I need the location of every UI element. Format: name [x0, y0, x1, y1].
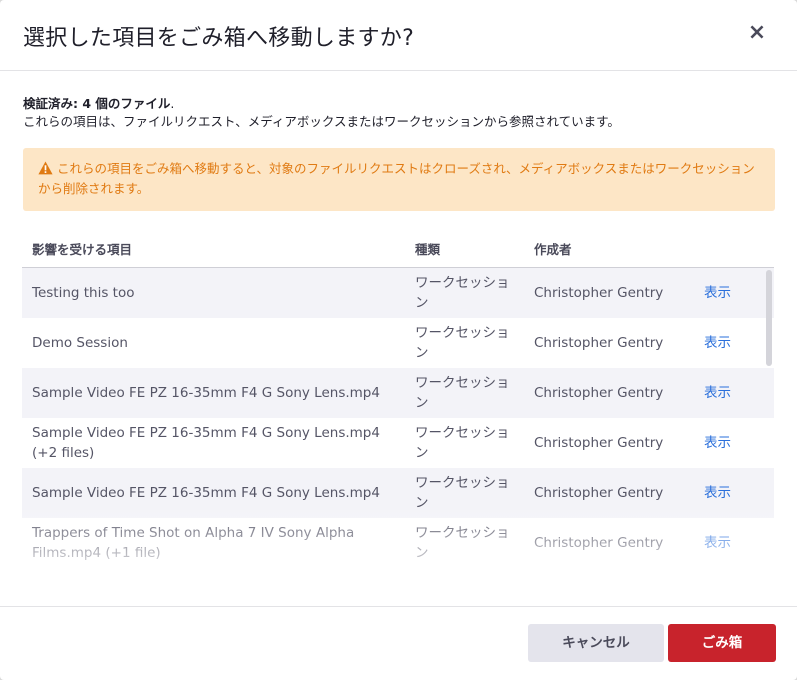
view-link[interactable]: 表示	[704, 333, 731, 353]
dialog-body: 検証済み: 4 個のファイル. これらの項目は、ファイルリクエスト、メディアボッ…	[23, 95, 775, 211]
view-link[interactable]: 表示	[704, 433, 731, 453]
verified-count: 4 個のファイル	[82, 96, 171, 111]
item-creator: Christopher Gentry	[534, 435, 664, 451]
item-creator: Christopher Gentry	[534, 535, 664, 551]
view-link[interactable]: 表示	[704, 533, 731, 553]
view-link[interactable]: 表示	[704, 283, 731, 303]
dialog-footer: キャンセル ごみ箱	[0, 606, 797, 680]
item-creator: Christopher Gentry	[534, 385, 664, 401]
dialog-header: 選択した項目をごみ箱へ移動しますか? ×	[0, 0, 797, 71]
item-creator: Christopher Gentry	[534, 335, 664, 351]
table-row: Sample Video FE PZ 16-35mm F4 G Sony Len…	[22, 418, 774, 468]
column-header-item: 影響を受ける項目	[32, 242, 133, 257]
table-row: Sample Video FE PZ 16-35mm F4 G Sony Len…	[22, 368, 774, 418]
item-name: Sample Video FE PZ 16-35mm F4 G Sony Len…	[32, 385, 380, 401]
item-name: Sample Video FE PZ 16-35mm F4 G Sony Len…	[32, 425, 380, 461]
item-type: ワークセッション	[415, 475, 510, 511]
column-header-type: 種類	[415, 242, 441, 257]
warning-banner: これらの項目をごみ箱へ移動すると、対象のファイルリクエストはクローズされ、メディ…	[23, 148, 775, 211]
item-type: ワークセッション	[415, 525, 510, 561]
item-type: ワークセッション	[415, 275, 510, 311]
close-icon[interactable]: ×	[745, 20, 769, 46]
item-name: Testing this too	[32, 285, 135, 301]
item-type: ワークセッション	[415, 425, 510, 461]
verified-label: 検証済み:	[23, 96, 83, 111]
reference-description: これらの項目は、ファイルリクエスト、メディアボックスまたはワークセッションから参…	[23, 114, 620, 129]
warning-triangle-icon	[38, 161, 53, 175]
table-scrollbar[interactable]	[766, 270, 772, 366]
table-row: Sample Video FE PZ 16-35mm F4 G Sony Len…	[22, 468, 774, 518]
item-name: Demo Session	[32, 335, 128, 351]
item-creator: Christopher Gentry	[534, 285, 664, 301]
item-name: Trappers of Time Shot on Alpha 7 IV Sony…	[32, 525, 355, 561]
column-header-creator: 作成者	[534, 242, 572, 257]
move-to-trash-button[interactable]: ごみ箱	[668, 624, 776, 662]
item-name: Sample Video FE PZ 16-35mm F4 G Sony Len…	[32, 485, 380, 501]
table-row: Demo Session ワークセッション Christopher Gentry…	[22, 318, 774, 368]
move-to-trash-dialog: 選択した項目をごみ箱へ移動しますか? × 検証済み: 4 個のファイル. これら…	[0, 0, 797, 680]
verified-summary: 検証済み: 4 個のファイル.	[23, 95, 775, 113]
view-link[interactable]: 表示	[704, 483, 731, 503]
table-row: Testing this too ワークセッション Christopher Ge…	[22, 268, 774, 318]
cancel-button[interactable]: キャンセル	[528, 624, 664, 662]
warning-text: これらの項目をごみ箱へ移動すると、対象のファイルリクエストはクローズされ、メディ…	[38, 161, 755, 196]
view-link[interactable]: 表示	[704, 383, 731, 403]
table-header: 影響を受ける項目 種類 作成者	[22, 230, 774, 268]
item-creator: Christopher Gentry	[534, 485, 664, 501]
item-type: ワークセッション	[415, 325, 510, 361]
dialog-title: 選択した項目をごみ箱へ移動しますか?	[23, 26, 415, 51]
table-body[interactable]: Testing this too ワークセッション Christopher Ge…	[22, 268, 774, 566]
affected-items-table: 影響を受ける項目 種類 作成者 Testing this too ワークセッショ…	[22, 230, 774, 566]
table-row: Trappers of Time Shot on Alpha 7 IV Sony…	[22, 518, 774, 566]
verified-suffix: .	[170, 96, 175, 111]
item-type: ワークセッション	[415, 375, 510, 411]
